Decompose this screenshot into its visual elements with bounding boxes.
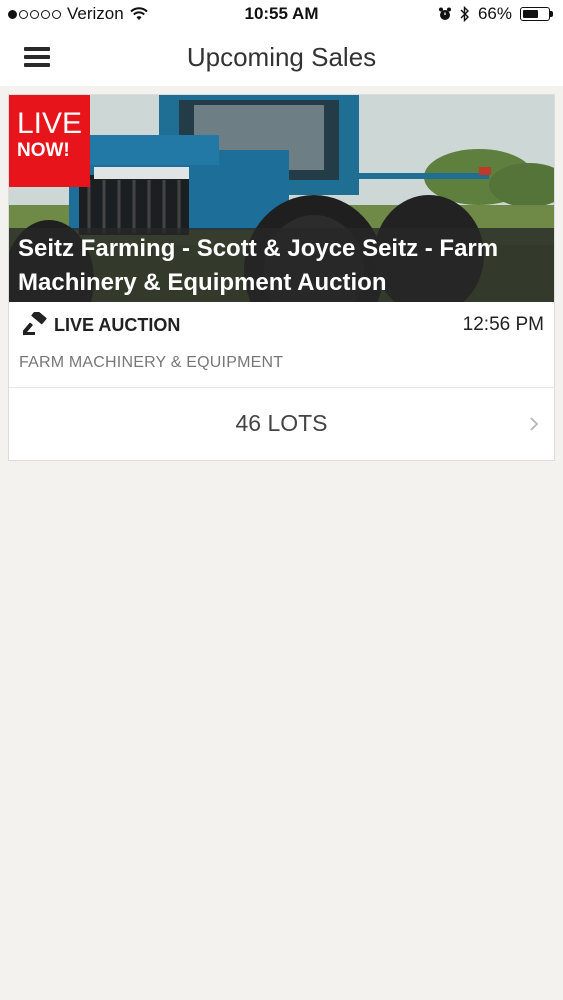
sale-title[interactable]: Seitz Farming - Scott & Joyce Seitz - Fa… — [9, 228, 554, 302]
battery-percent: 66% — [477, 4, 512, 23]
alarm-clock-icon — [438, 7, 451, 20]
live-badge-line2: NOW! — [17, 140, 70, 161]
auction-type: LIVE AUCTION — [54, 315, 181, 335]
gavel-icon — [23, 312, 47, 336]
bluetooth-icon — [460, 6, 469, 22]
app-header: Upcoming Sales — [0, 30, 563, 86]
live-badge-line1: LIVE — [17, 107, 83, 140]
sale-time: 12:56 PM — [462, 314, 544, 335]
sale-hero-image: LIVE NOW! Seitz Farming - Scott & Joyce … — [9, 95, 554, 302]
page-title: Upcoming Sales — [186, 42, 377, 72]
status-bar-right: 66% — [438, 4, 553, 24]
chevron-right-icon — [530, 417, 539, 431]
sale-category: FARM MACHINERY & EQUIPMENT — [19, 354, 284, 371]
lots-count: 46 LOTS — [235, 410, 328, 436]
battery-icon — [520, 7, 553, 21]
live-now-badge: LIVE NOW! — [9, 95, 90, 187]
status-bar: Verizon 10:55 AM 66% — [0, 0, 563, 30]
lots-button[interactable]: 46 LOTS — [9, 388, 554, 460]
sale-info-row: LIVE AUCTION 12:56 PM — [9, 302, 554, 342]
sale-card[interactable]: LIVE NOW! Seitz Farming - Scott & Joyce … — [8, 94, 555, 461]
